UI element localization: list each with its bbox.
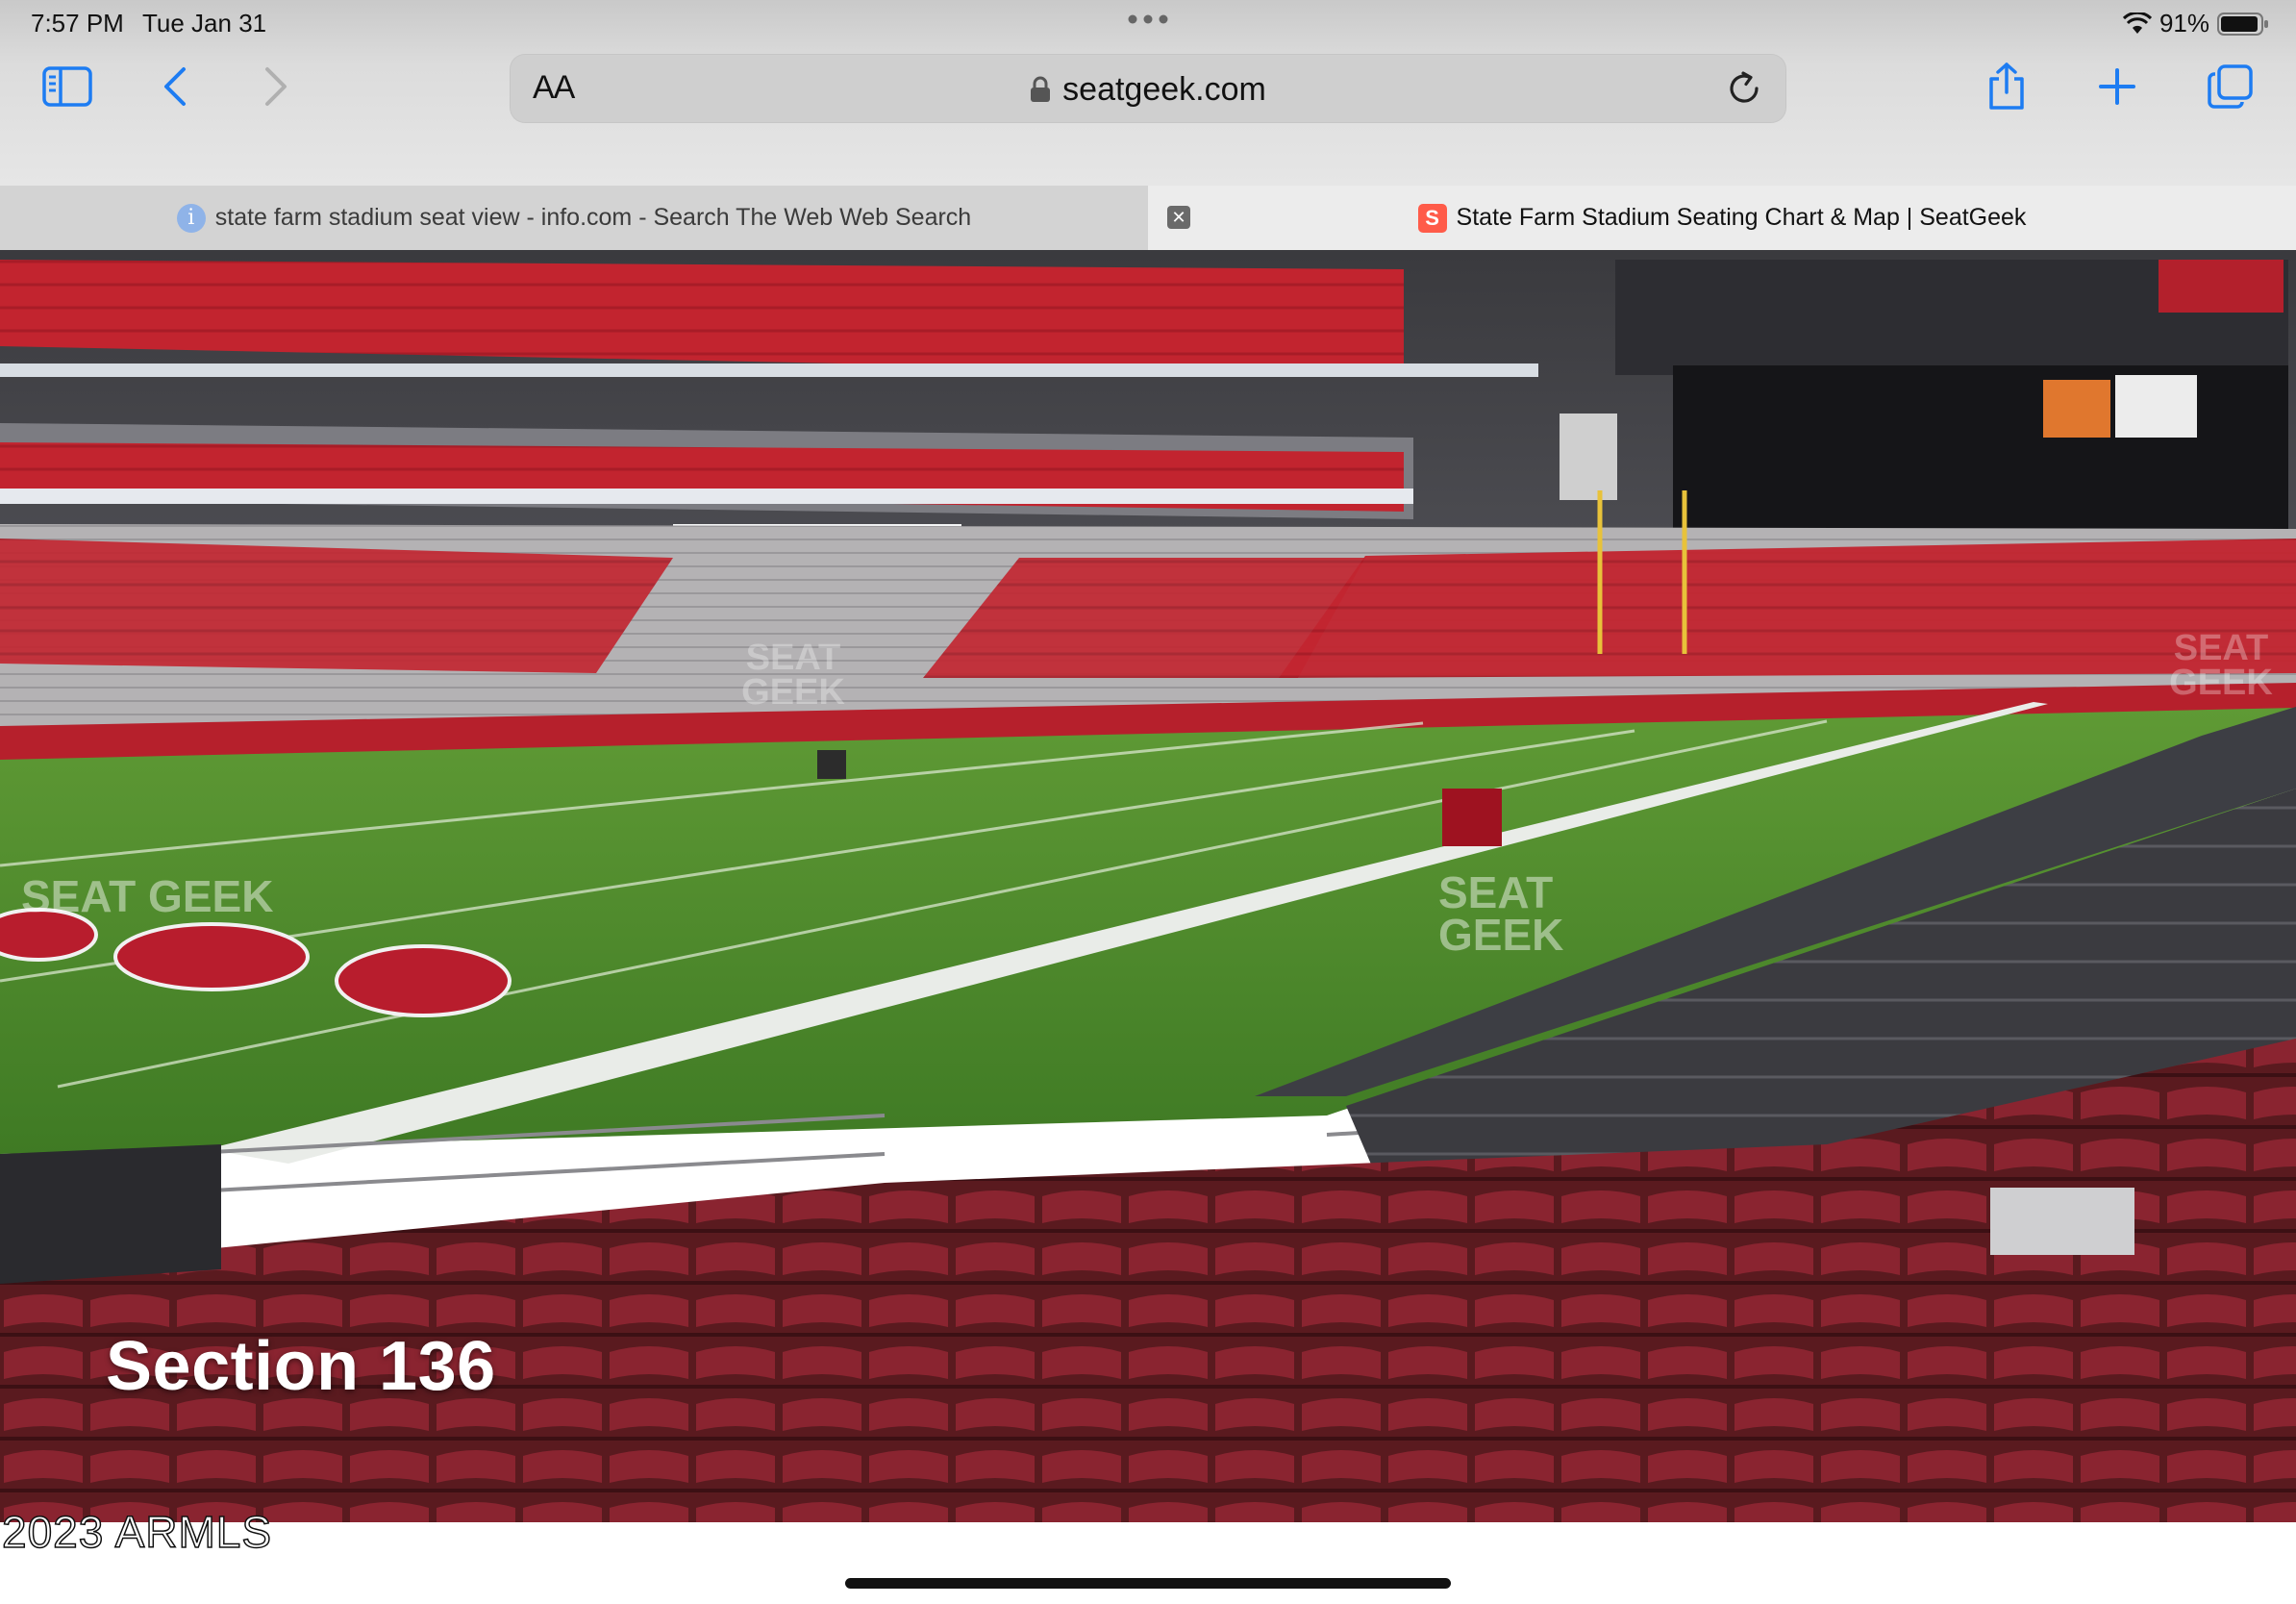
- multitasking-dots-icon[interactable]: [1125, 10, 1171, 29]
- tab-overview-button[interactable]: [2200, 56, 2261, 117]
- status-time: 7:57 PM: [31, 9, 124, 38]
- plus-icon: [2099, 68, 2135, 105]
- battery-icon: [2217, 12, 2268, 36]
- url-display[interactable]: seatgeek.com: [510, 71, 1786, 109]
- close-icon: ✕: [1171, 208, 1186, 227]
- watermark-center: SEAT GEEK: [1438, 867, 1564, 960]
- home-indicator[interactable]: [845, 1578, 1451, 1589]
- back-button[interactable]: [144, 56, 206, 117]
- sidebar-toggle-button[interactable]: [37, 56, 98, 117]
- chevron-right-icon: [265, 67, 287, 106]
- close-tab-button[interactable]: ✕: [1167, 206, 1190, 229]
- lock-icon: [1031, 76, 1051, 102]
- section-label: Section 136: [106, 1328, 496, 1405]
- safari-toolbar: AA seatgeek.com: [0, 44, 2296, 175]
- forward-button[interactable]: [245, 56, 307, 117]
- info-favicon-icon: i: [176, 203, 206, 233]
- status-bar: 7:57 PM Tue Jan 31 91%: [0, 0, 2296, 44]
- tab-info-search[interactable]: i state farm stadium seat view - info.co…: [0, 186, 1149, 250]
- copyright-text: 2023 ARMLS: [1, 1506, 273, 1558]
- watermark-left: SEAT GEEK: [21, 871, 274, 921]
- tab-title: state farm stadium seat view - info.com …: [214, 204, 972, 231]
- tab-title: State Farm Stadium Seating Chart & Map |…: [1456, 204, 2027, 231]
- url-text: seatgeek.com: [1062, 71, 1266, 108]
- tab-bar: i state farm stadium seat view - info.co…: [0, 186, 2296, 250]
- battery-percent: 91%: [2159, 9, 2209, 38]
- chevron-left-icon: [164, 67, 186, 106]
- watermark-right: SEAT GEEK: [2169, 628, 2273, 703]
- share-button[interactable]: [1976, 56, 2037, 117]
- address-bar[interactable]: AA seatgeek.com: [510, 54, 1786, 123]
- share-icon: [1989, 63, 2024, 110]
- status-date: Tue Jan 31: [142, 9, 267, 38]
- wifi-icon: [2122, 12, 2152, 34]
- sidebar-icon: [42, 66, 92, 107]
- seatgeek-favicon-icon: S: [1417, 203, 1447, 233]
- watermark-top: SEAT GEEK: [741, 638, 845, 713]
- browser-chrome: 7:57 PM Tue Jan 31 91% AA seatgeek.com: [0, 0, 2296, 186]
- status-indicators: 91%: [2122, 9, 2269, 38]
- tabs-overview-icon: [2208, 64, 2253, 109]
- tab-seatgeek[interactable]: S State Farm Stadium Seating Chart & Map…: [1148, 186, 2296, 250]
- new-tab-button[interactable]: [2086, 56, 2148, 117]
- reload-icon[interactable]: [1723, 67, 1765, 110]
